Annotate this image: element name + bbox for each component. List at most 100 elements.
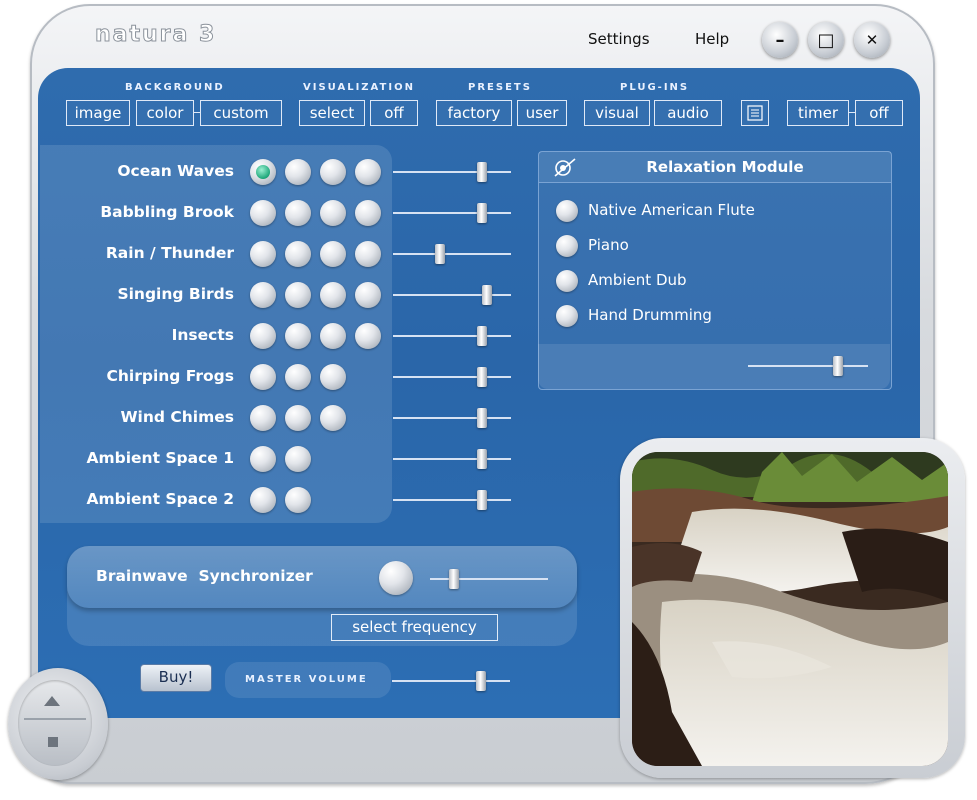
sound-name: Ocean Waves: [117, 162, 234, 180]
visualization-group-label: VISUALIZATION: [303, 82, 415, 93]
sound-variant-button[interactable]: [320, 282, 346, 308]
brainwave-toggle-button[interactable]: [379, 561, 413, 595]
timer-button[interactable]: timer: [787, 100, 849, 126]
relaxation-option-button[interactable]: [556, 305, 578, 327]
waterfall-image: [632, 452, 948, 766]
sound-variant-button[interactable]: [285, 159, 311, 185]
sound-variant-button[interactable]: [285, 446, 311, 472]
sound-variant-button[interactable]: [355, 200, 381, 226]
relaxation-title: Relaxation Module: [646, 158, 804, 176]
sound-volume-track[interactable]: [393, 376, 511, 378]
background-color-button[interactable]: color: [136, 100, 194, 126]
sound-variant-button[interactable]: [285, 323, 311, 349]
nature-photo: [632, 452, 948, 766]
sound-volume-thumb[interactable]: [476, 367, 487, 387]
close-icon: ✕: [865, 31, 879, 49]
sound-variant-button[interactable]: [285, 200, 311, 226]
maximize-button[interactable]: □: [808, 22, 844, 58]
sound-name: Insects: [171, 326, 234, 344]
sound-variant-button[interactable]: [320, 364, 346, 390]
list-icon: [747, 105, 763, 121]
master-volume-thumb[interactable]: [475, 671, 486, 691]
sound-variant-button[interactable]: [320, 159, 346, 185]
background-group-label: BACKGROUND: [125, 82, 225, 93]
scroll-divider: [24, 718, 86, 720]
brainwave-label: Brainwave Synchronizer: [96, 567, 313, 585]
sound-volume-thumb[interactable]: [476, 408, 487, 428]
menu-settings[interactable]: Settings: [588, 30, 650, 48]
visualization-select-button[interactable]: select: [299, 100, 365, 126]
stop-icon[interactable]: [48, 737, 58, 747]
sound-volume-track[interactable]: [393, 253, 511, 255]
sound-variant-button[interactable]: [250, 159, 276, 185]
menu-help[interactable]: Help: [695, 30, 729, 48]
relaxation-option-button[interactable]: [556, 270, 578, 292]
sound-volume-thumb[interactable]: [476, 326, 487, 346]
playlist-button[interactable]: [741, 100, 769, 126]
sound-name: Ambient Space 2: [86, 490, 234, 508]
relaxation-volume-track[interactable]: [748, 365, 868, 367]
sound-volume-track[interactable]: [393, 171, 511, 173]
sound-volume-thumb[interactable]: [476, 203, 487, 223]
sound-variant-button[interactable]: [355, 323, 381, 349]
sound-variant-button[interactable]: [355, 159, 381, 185]
presets-factory-button[interactable]: factory: [436, 100, 512, 126]
sound-variant-button[interactable]: [320, 200, 346, 226]
sound-volume-thumb[interactable]: [476, 449, 487, 469]
master-volume-track[interactable]: [392, 680, 510, 682]
up-arrow-icon[interactable]: [44, 696, 60, 706]
plugins-audio-button[interactable]: audio: [654, 100, 722, 126]
sound-variant-button[interactable]: [285, 364, 311, 390]
minimize-button[interactable]: –: [762, 22, 798, 58]
sound-variant-button[interactable]: [250, 405, 276, 431]
close-button[interactable]: ✕: [854, 22, 890, 58]
visualization-off-button[interactable]: off: [370, 100, 418, 126]
relaxation-option-label: Piano: [588, 236, 629, 254]
sound-variant-button[interactable]: [250, 446, 276, 472]
brainwave-thumb[interactable]: [448, 569, 459, 589]
sound-volume-track[interactable]: [393, 458, 511, 460]
relaxation-option-button[interactable]: [556, 235, 578, 257]
minimize-icon: –: [775, 29, 785, 51]
sound-volume-thumb[interactable]: [435, 244, 446, 264]
sound-volume-thumb[interactable]: [476, 162, 487, 182]
sound-volume-track[interactable]: [393, 417, 511, 419]
sound-variant-button[interactable]: [250, 282, 276, 308]
sound-variant-button[interactable]: [285, 282, 311, 308]
sound-volume-thumb[interactable]: [482, 285, 493, 305]
sound-variant-button[interactable]: [285, 241, 311, 267]
sound-name: Rain / Thunder: [105, 244, 234, 262]
sound-variant-button[interactable]: [285, 487, 311, 513]
sound-variant-button[interactable]: [250, 200, 276, 226]
background-custom-button[interactable]: custom: [194, 100, 282, 126]
sound-variant-button[interactable]: [250, 487, 276, 513]
plugins-visual-button[interactable]: visual: [584, 100, 650, 126]
relaxation-option-button[interactable]: [556, 200, 578, 222]
sound-name: Babbling Brook: [100, 203, 234, 221]
sound-volume-thumb[interactable]: [476, 490, 487, 510]
select-frequency-button[interactable]: select frequency: [331, 614, 498, 641]
sound-volume-track[interactable]: [393, 499, 511, 501]
relaxation-volume-thumb[interactable]: [833, 356, 843, 376]
timer-off-button[interactable]: off: [849, 100, 903, 126]
buy-button[interactable]: Buy!: [140, 664, 212, 692]
sound-variant-button[interactable]: [320, 405, 346, 431]
brainwave-track[interactable]: [430, 578, 548, 580]
sound-variant-button[interactable]: [250, 323, 276, 349]
sound-volume-track[interactable]: [393, 335, 511, 337]
sound-variant-button[interactable]: [285, 405, 311, 431]
sound-variant-button[interactable]: [250, 241, 276, 267]
maximize-icon: □: [817, 29, 835, 51]
sound-variant-button[interactable]: [320, 241, 346, 267]
sound-volume-track[interactable]: [393, 294, 511, 296]
sound-volume-track[interactable]: [393, 212, 511, 214]
sound-variant-button[interactable]: [355, 241, 381, 267]
sound-name: Ambient Space 1: [86, 449, 234, 467]
sound-variant-button[interactable]: [320, 323, 346, 349]
sound-name: Singing Birds: [117, 285, 234, 303]
sound-variant-button[interactable]: [250, 364, 276, 390]
sound-variant-button[interactable]: [355, 282, 381, 308]
background-image-button[interactable]: image: [66, 100, 130, 126]
presets-user-button[interactable]: user: [517, 100, 567, 126]
relaxation-option-label: Native American Flute: [588, 201, 755, 219]
